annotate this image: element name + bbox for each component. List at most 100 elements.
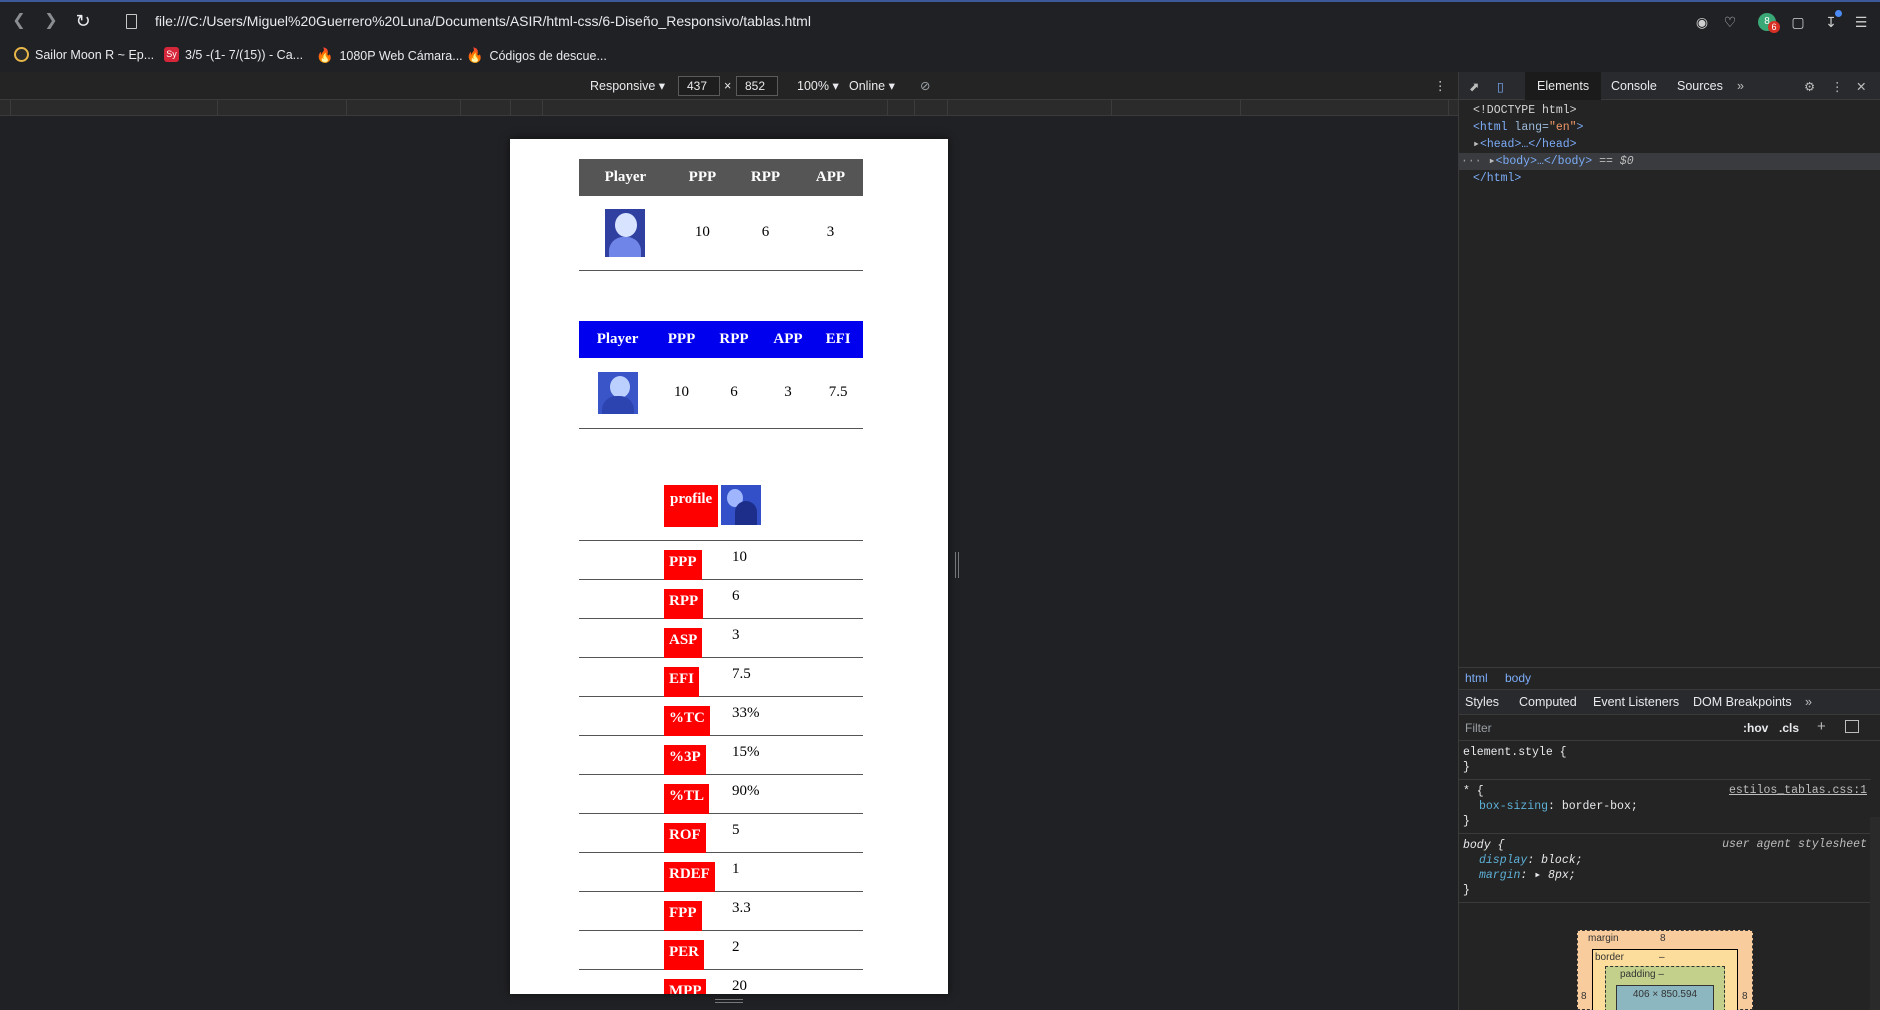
table-cell: 3: [798, 196, 863, 271]
device-toolbar: Responsive ▾ 437 × 852 100% ▾ Online ▾ ⊘…: [0, 72, 1458, 100]
heart-icon[interactable]: ♡: [1722, 14, 1738, 30]
list-item: %TL 90%: [579, 775, 863, 814]
more-tabs-icon[interactable]: »: [1805, 695, 1812, 709]
tab-event-listeners[interactable]: Event Listeners: [1593, 695, 1679, 709]
bookmark-item[interactable]: Sailor Moon R ~ Ep...: [14, 47, 154, 62]
list-item: RDEF 1: [579, 853, 863, 892]
cube-icon[interactable]: ▢: [1790, 14, 1806, 30]
stat-label: RPP: [664, 589, 704, 619]
table-cell: [579, 358, 657, 429]
class-toggle[interactable]: .cls: [1779, 721, 1799, 735]
stat-label: RDEF: [664, 862, 715, 892]
back-icon[interactable]: ❮: [10, 12, 28, 30]
table-cell: [579, 196, 672, 271]
player-table-blue-scroll[interactable]: Player PPP RPP APP EFI % 10 6 3 7.5 3: [579, 321, 863, 429]
profile-label: profile: [664, 485, 719, 527]
network-throttle-select[interactable]: Online ▾: [849, 78, 895, 93]
devtools-panel: ⬈ ▯ Elements Console Sources » ⚙ ⋮ ✕ <!D…: [1458, 72, 1880, 1010]
tab-styles[interactable]: Styles: [1465, 695, 1499, 709]
table-header: RPP: [733, 159, 798, 196]
media-query-ruler[interactable]: [0, 100, 1458, 116]
stylesheet-link[interactable]: estilos_tablas.css:1: [1729, 784, 1867, 797]
rule-element-style[interactable]: element.style { }: [1459, 741, 1871, 780]
stat-label: FPP: [664, 901, 702, 931]
styles-scrollbar[interactable]: [1870, 817, 1880, 1010]
resize-handle-bottom[interactable]: [715, 999, 743, 1003]
stat-value: 5: [732, 822, 740, 838]
tab-computed[interactable]: Computed: [1519, 695, 1577, 709]
toggle-sidebar-icon[interactable]: [1845, 720, 1859, 733]
download-dot: [1835, 10, 1842, 17]
stat-value: 90%: [732, 783, 760, 799]
list-item: FPP 3.3: [579, 892, 863, 931]
filter-input[interactable]: Filter: [1465, 721, 1492, 735]
breadcrumb-html[interactable]: html: [1465, 671, 1488, 685]
bookmark-item[interactable]: 🔥 Códigos de descue...: [466, 47, 607, 64]
box-model-diagram: margin 8 8 8 border – padding – 406 × 85…: [1577, 930, 1753, 1010]
tab-elements[interactable]: Elements: [1525, 72, 1602, 100]
stat-label: MPP: [664, 979, 707, 994]
address-bar[interactable]: file:///C:/Users/Miguel%20Guerrero%20Lun…: [155, 13, 811, 29]
dom-body-node[interactable]: ··· ▸<body>…</body> == $0: [1459, 153, 1880, 170]
menu-icon[interactable]: ☰: [1853, 14, 1869, 30]
rule-body[interactable]: user agent stylesheet body { display: bl…: [1459, 834, 1871, 903]
device-mode-select[interactable]: Responsive ▾: [590, 78, 665, 93]
table-cell: 6: [706, 358, 761, 429]
rendered-page: Player PPP RPP APP 10 6 3 Player PPP RPP: [510, 139, 948, 994]
stat-value: 10: [732, 549, 747, 565]
breadcrumb-body[interactable]: body: [1505, 671, 1531, 685]
table-cell: 6: [733, 196, 798, 271]
breadcrumb: html body: [1459, 667, 1880, 689]
player-table-blue: Player PPP RPP APP EFI % 10 6 3 7.5 3: [579, 321, 863, 429]
stat-label: PER: [664, 940, 704, 970]
table-header: %: [861, 321, 863, 358]
table-header: RPP: [706, 321, 761, 358]
inspect-icon[interactable]: ⬈: [1469, 79, 1479, 94]
dom-head-node[interactable]: ▸<head>…</head>: [1459, 136, 1880, 153]
hover-state-toggle[interactable]: :hov: [1743, 721, 1768, 735]
more-tabs-icon[interactable]: »: [1737, 79, 1744, 93]
table-header: PPP: [656, 321, 707, 358]
reload-icon[interactable]: ↻: [74, 12, 92, 30]
style-rules: element.style { } estilos_tablas.css:1 *…: [1459, 741, 1871, 903]
dom-doctype[interactable]: <!DOCTYPE html>: [1459, 102, 1880, 119]
dom-html-close[interactable]: </html>: [1459, 170, 1880, 187]
viewport-width-input[interactable]: 437: [678, 76, 720, 96]
viewport-height-input[interactable]: 852: [736, 76, 778, 96]
stat-label: %TC: [664, 706, 710, 736]
list-item: PER 2: [579, 931, 863, 970]
bookmark-item[interactable]: 🔥 1080P Web Cámara...: [316, 47, 463, 64]
new-rule-icon[interactable]: +: [1817, 718, 1826, 735]
stat-value: 20: [732, 978, 747, 994]
settings-gear-icon[interactable]: ⚙: [1804, 79, 1815, 94]
zoom-select[interactable]: 100% ▾: [797, 78, 839, 93]
styles-filter-bar: Filter :hov .cls +: [1459, 715, 1880, 741]
flame-icon: 🔥: [466, 47, 484, 63]
stat-value: 3.3: [732, 900, 751, 916]
kebab-menu-icon[interactable]: ⋮: [1831, 79, 1844, 94]
bookmark-item[interactable]: Sy 3/5 -(1- 7/(15)) - Ca...: [164, 47, 303, 62]
more-options-icon[interactable]: ⋮: [1434, 78, 1447, 93]
table-cell: 3: [760, 358, 815, 429]
rule-universal[interactable]: estilos_tablas.css:1 * { box-sizing: bor…: [1459, 780, 1871, 834]
box-model-content: 406 × 850.594: [1616, 985, 1714, 1010]
forward-icon[interactable]: ❯: [42, 12, 60, 30]
resize-handle-right[interactable]: [955, 552, 959, 578]
emulated-viewport: Player PPP RPP APP 10 6 3 Player PPP RPP: [0, 117, 1458, 1010]
device-toggle-icon[interactable]: ▯: [1497, 79, 1504, 94]
list-item: RPP 6: [579, 580, 863, 619]
player-avatar: [597, 371, 638, 414]
rotate-disabled-icon[interactable]: ⊘: [920, 78, 930, 93]
player-table-gray: Player PPP RPP APP 10 6 3: [579, 159, 863, 271]
camera-icon[interactable]: ◉: [1694, 14, 1710, 30]
tab-sources[interactable]: Sources: [1677, 79, 1723, 93]
dom-html-node[interactable]: <html lang="en">: [1459, 119, 1880, 136]
list-item: ASP 3: [579, 619, 863, 658]
stat-value: 15%: [732, 744, 760, 760]
stat-label: PPP: [664, 550, 702, 580]
tab-console[interactable]: Console: [1611, 79, 1657, 93]
tab-dom-breakpoints[interactable]: DOM Breakpoints: [1693, 695, 1792, 709]
file-icon: [126, 14, 137, 29]
close-icon[interactable]: ✕: [1856, 79, 1866, 94]
table-cell: 10: [671, 196, 734, 271]
